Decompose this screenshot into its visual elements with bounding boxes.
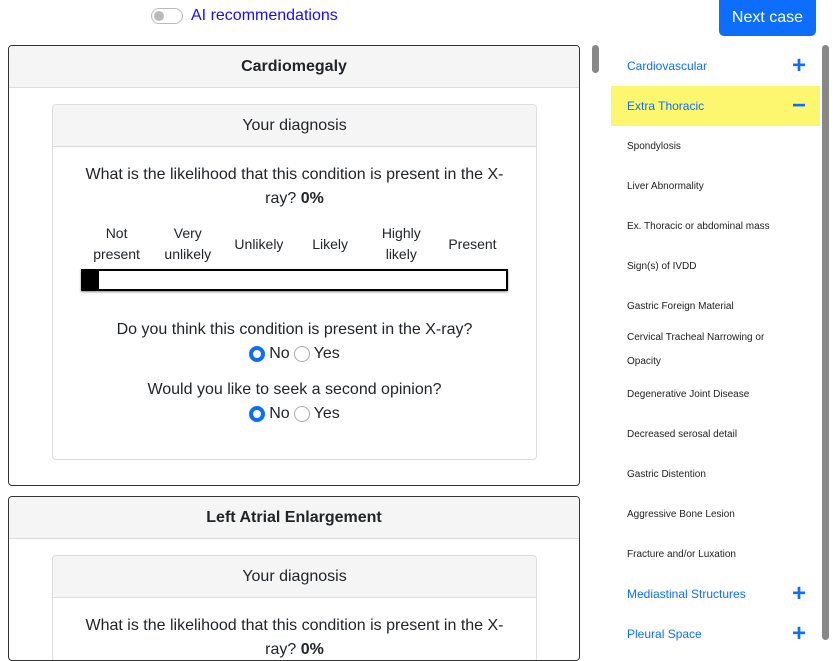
present-yes-radio[interactable] [293, 346, 310, 362]
category-extra-thoracic[interactable]: Extra Thoracic − [611, 86, 820, 126]
category-cardiovascular[interactable]: Cardiovascular + [611, 46, 820, 86]
diagnosis-title: Your diagnosis [53, 105, 536, 147]
condition-card: Left Atrial Enlargement Your diagnosis W… [8, 496, 580, 661]
sidebar-item[interactable]: Decreased serosal detail [611, 414, 820, 454]
present-no-radio[interactable] [249, 346, 266, 362]
ai-recommendations-toggle[interactable] [151, 8, 183, 24]
category-sidebar: Cardiovascular + Extra Thoracic − Spondylo… [611, 46, 820, 654]
sidebar-item[interactable]: Degenerative Joint Disease [611, 374, 820, 414]
category-label[interactable]: Extra Thoracic [627, 99, 704, 113]
likelihood-scale: Not present Very unlikely Unlikely Likel… [81, 223, 508, 265]
likelihood-slider[interactable] [81, 269, 508, 291]
slider-handle[interactable] [83, 271, 99, 289]
plus-icon[interactable]: + [792, 52, 806, 80]
plus-icon[interactable]: + [792, 580, 806, 608]
radio-label[interactable]: Yes [314, 405, 340, 423]
category-pleural-space[interactable]: Pleural Space + [611, 614, 820, 654]
scale-label: Unlikely [234, 235, 284, 252]
present-radio-group: No Yes [53, 345, 536, 363]
scale-label: Likely [312, 235, 348, 252]
sidebar-item[interactable]: Liver Abnormality [611, 166, 820, 206]
scale-label: Very unlikely [164, 225, 212, 262]
sidebar-item[interactable]: Fracture and/or Luxation [611, 534, 820, 574]
sidebar-item[interactable]: Sign(s) of IVDD [611, 246, 820, 286]
sidebar-scrollbar[interactable] [822, 45, 829, 640]
sidebar-item[interactable]: Aggressive Bone Lesion [611, 494, 820, 534]
condition-title: Left Atrial Enlargement [9, 497, 579, 539]
category-mediastinal-structures[interactable]: Mediastinal Structures + [611, 574, 820, 614]
radio-label[interactable]: Yes [314, 345, 340, 363]
scale-label: Not present [93, 225, 140, 262]
category-label[interactable]: Mediastinal Structures [627, 587, 746, 601]
likelihood-question: What is the likelihood that this conditi… [73, 163, 516, 211]
diagnosis-title: Your diagnosis [53, 556, 536, 598]
second-opinion-no-radio[interactable] [249, 406, 266, 422]
plus-icon[interactable]: + [792, 620, 806, 648]
likelihood-value: 0% [300, 190, 324, 207]
category-label[interactable]: Cardiovascular [627, 59, 707, 73]
sidebar-item[interactable]: Cervical Tracheal Narrowing or Opacity [611, 326, 791, 374]
second-opinion-radio-group: No Yes [53, 405, 536, 423]
radio-label[interactable]: No [269, 405, 289, 423]
likelihood-question: What is the likelihood that this conditi… [73, 614, 516, 660]
ai-recommendations-label[interactable]: AI recommendations [191, 7, 338, 25]
radio-label[interactable]: No [269, 345, 289, 363]
sidebar-item[interactable]: Ex. Thoracic or abdominal mass [611, 206, 820, 246]
likelihood-question-text: What is the likelihood that this conditi… [85, 617, 504, 658]
present-question: Do you think this condition is present i… [116, 321, 473, 338]
second-opinion-question: Would you like to seek a second opinion? [147, 381, 442, 398]
diagnosis-panel: Your diagnosis What is the likelihood th… [52, 104, 537, 460]
condition-card: Cardiomegaly Your diagnosis What is the … [8, 45, 580, 486]
likelihood-value: 0% [300, 641, 324, 658]
next-case-button[interactable]: Next case [719, 0, 816, 36]
category-label[interactable]: Pleural Space [627, 627, 702, 641]
minus-icon[interactable]: − [792, 92, 806, 120]
scale-label: Highly likely [381, 225, 421, 262]
likelihood-question-text: What is the likelihood that this conditi… [85, 166, 504, 207]
main-scrollbar[interactable] [592, 45, 599, 73]
condition-title: Cardiomegaly [9, 46, 579, 88]
scale-label: Present [448, 235, 497, 252]
sidebar-item[interactable]: Gastric Foreign Material [611, 286, 820, 326]
sidebar-item[interactable]: Spondylosis [611, 126, 820, 166]
diagnosis-panel: Your diagnosis What is the likelihood th… [52, 555, 537, 660]
second-opinion-yes-radio[interactable] [293, 406, 310, 422]
sidebar-item[interactable]: Gastric Distention [611, 454, 820, 494]
